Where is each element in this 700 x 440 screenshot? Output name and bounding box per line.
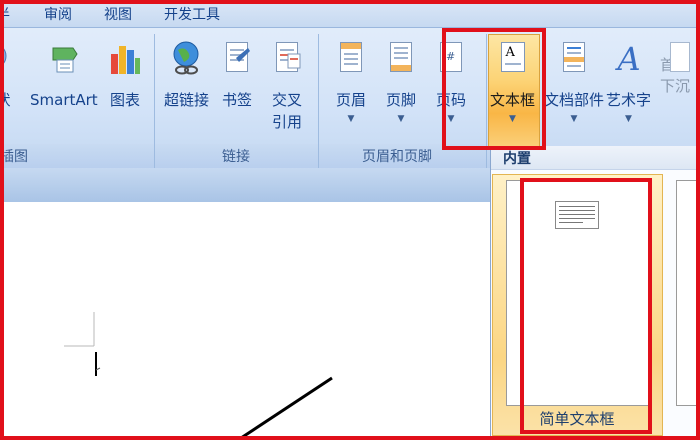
footer-button[interactable]: 页脚 ▼ [384,40,418,124]
textbox-button[interactable]: A 文本框 ▼ [490,40,535,124]
wordart-button[interactable]: A 艺术字 ▼ [606,40,651,124]
smartart-button[interactable]: SmartArt [30,40,98,112]
document-page[interactable] [0,202,490,440]
page-number-icon: # [434,40,468,76]
group-separator [486,34,487,168]
gallery-item-label: 简单文本框 [539,410,615,428]
smartart-icon [47,40,81,76]
dropdown-arrow-icon: ▼ [347,113,355,124]
dropdown-arrow-icon: ▼ [570,113,578,124]
dropdown-arrow-icon: ▼ [447,113,455,124]
ribbon-tab-bar: 半 审阅 视图 开发工具 [0,0,700,28]
header-icon [334,40,368,76]
dropdown-arrow-icon: ▼ [397,113,405,124]
dropdown-arrow-icon: ▼ [625,113,632,124]
shapes-icon [0,40,20,76]
quick-parts-icon [557,40,591,76]
cross-reference-icon [270,40,304,76]
tab-view[interactable]: 视图 [104,4,132,24]
wordart-icon: A [617,40,641,78]
gallery-item-next-partial[interactable] [676,180,700,406]
gallery-section-header: 内置 [491,146,700,170]
hyperlink-button[interactable]: 超链接 [164,40,209,112]
tab-developer[interactable]: 开发工具 [164,4,220,24]
gallery-item-thumbnail [506,180,651,406]
document-background-strip [0,168,490,202]
bookmark-icon [220,40,254,76]
gallery-section-title: 内置 [503,151,531,167]
tab-insert-partial[interactable]: 半 [0,4,10,24]
cross-reference-button[interactable]: 交叉 引用 [270,40,304,134]
mini-textbox-preview [555,201,599,229]
tab-review[interactable]: 审阅 [44,4,72,24]
group-label-header-footer: 页眉和页脚 [362,149,432,165]
bookmark-button[interactable]: 书签 [220,40,254,112]
shapes-button-partial[interactable]: 状 [0,40,20,112]
group-separator [318,34,319,168]
textbox-gallery-dropdown: 内置 简单文本框 [490,146,700,440]
document-canvas [64,312,333,440]
group-label-links: 链接 [222,149,250,165]
group-separator [154,34,155,168]
drop-cap-button[interactable]: 首字下沉 [660,40,700,130]
quick-parts-button[interactable]: 文档部件 ▼ [544,40,604,124]
dropdown-arrow-icon: ▼ [509,113,516,124]
chart-icon [108,40,142,76]
hyperlink-globe-icon [170,40,204,76]
page-number-button[interactable]: # 页码 ▼ [434,40,468,124]
footer-icon [384,40,418,76]
textbox-icon: A [496,40,530,76]
header-button[interactable]: 页眉 ▼ [334,40,368,124]
group-label-illustrations: 插图 [0,149,28,165]
chart-button[interactable]: 图表 [108,40,142,112]
